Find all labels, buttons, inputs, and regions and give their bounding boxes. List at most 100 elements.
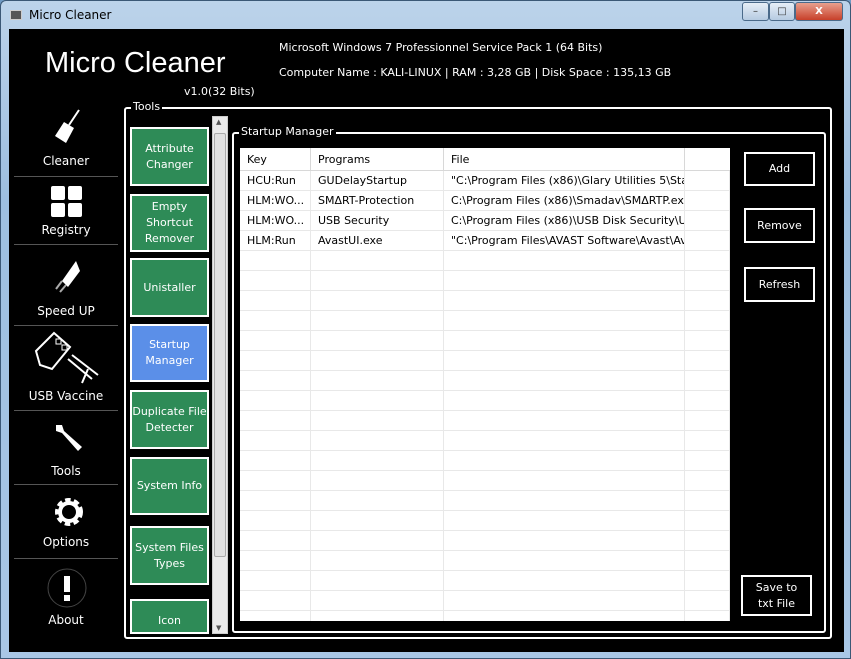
sidebar-item-registry[interactable]: Registry [14,179,118,245]
sidebar-item-speed-up[interactable]: Speed UP [14,247,118,325]
tool-system-info[interactable]: System Info [130,457,209,515]
column-programs[interactable]: Programs [311,148,444,171]
table-cell [240,471,311,491]
tool-duplicate-file-detecter[interactable]: Duplicate File Detecter [130,390,209,449]
table-cell [685,211,730,231]
tool-icon-extractor[interactable]: Icon Extractor [130,599,209,634]
table-cell [444,471,685,491]
os-info: Microsoft Windows 7 Professionnel Servic… [279,41,603,54]
table-cell [685,291,730,311]
table-row[interactable]: HCU:Run GUDelayStartup "C:\Program Files (… [240,171,730,191]
sidebar-item-about[interactable]: About [14,561,118,631]
startup-table[interactable]: Key Programs File HCU:Run GUDelayStartup "… [240,148,730,621]
table-cell [240,431,311,451]
table-cell [240,551,311,571]
empty-row [240,471,730,491]
empty-row [240,571,730,591]
table-row[interactable]: HLM:WO... USB Security C:\Program Files (x… [240,211,730,231]
save-to-txt-button[interactable]: Save to txt File [741,575,812,616]
empty-row [240,531,730,551]
tool-attribute-changer[interactable]: Attribute Changer [130,127,209,186]
empty-row [240,411,730,431]
refresh-button[interactable]: Refresh [744,267,815,302]
scroll-down-arrow-icon[interactable]: ▼ [216,624,221,632]
table-cell: HLM:WO... [240,211,311,231]
scroll-up-arrow-icon[interactable]: ▲ [216,118,221,126]
remove-button[interactable]: Remove [744,208,815,243]
table-cell [685,531,730,551]
app-version: v1.0(32 Bits) [184,85,255,98]
client-area: Micro Cleaner v1.0(32 Bits) Microsoft Wi… [9,29,844,652]
table-cell [685,331,730,351]
minimize-button[interactable]: – [742,2,769,21]
sidebar-item-usb-vaccine[interactable]: USB Vaccine [14,327,118,407]
empty-row [240,351,730,371]
table-cell [685,611,730,621]
close-button[interactable]: X [795,2,843,21]
table-cell [685,311,730,331]
tools-scrollbar[interactable]: ▲ ▼ [212,116,228,634]
tool-unistaller[interactable]: Unistaller [130,258,209,317]
empty-row [240,391,730,411]
table-cell [444,571,685,591]
column-file[interactable]: File [444,148,685,171]
table-cell [240,311,311,331]
maximize-button[interactable]: □ [769,2,795,21]
table-cell [444,611,685,621]
divider [14,325,118,326]
sidebar-item-label: Options [42,535,90,549]
app-brand: Micro Cleaner [45,47,226,79]
table-cell [685,391,730,411]
table-cell [240,611,311,621]
table-cell [444,551,685,571]
table-cell [240,591,311,611]
add-button[interactable]: Add [744,152,815,186]
table-cell [685,371,730,391]
sidebar-item-label: Cleaner [42,154,90,168]
tool-system-files-types[interactable]: System Files Types [130,526,209,585]
table-cell [685,271,730,291]
divider [14,244,118,245]
table-cell [311,251,444,271]
sidebar-item-label: Tools [51,464,81,478]
table-cell [311,411,444,431]
table-row[interactable]: HLM:WO... SMΔRT-Protection C:\Program File… [240,191,730,211]
table-cell: "C:\Program Files (x86)\Glary Utilities … [444,171,685,191]
table-cell: C:\Program Files (x86)\Smadav\SMΔRTP.exe… [444,191,685,211]
divider [14,558,118,559]
scrollbar-thumb[interactable] [214,133,226,557]
table-cell [311,291,444,311]
table-cell [444,271,685,291]
wrench-icon [56,425,82,451]
table-row[interactable]: HLM:Run AvastUI.exe "C:\Program Files\AVAS… [240,231,730,251]
table-cell [685,471,730,491]
table-cell [311,451,444,471]
empty-row [240,331,730,351]
tool-startup-manager[interactable]: Startup Manager [130,324,209,382]
table-cell [685,171,730,191]
table-cell: USB Security [311,211,444,231]
sidebar-item-options[interactable]: Options [14,487,118,557]
usb-syringe-icon [34,331,99,384]
table-cell [240,251,311,271]
tool-empty-shortcut-remover[interactable]: Empty Shortcut Remover [130,194,209,252]
table-cell [685,511,730,531]
table-cell [240,411,311,431]
column-key[interactable]: Key [240,148,311,171]
window-title: Micro Cleaner [29,8,112,22]
table-cell: HLM:Run [240,231,311,251]
table-cell [685,551,730,571]
sidebar-item-label: Registry [41,223,91,237]
sidebar-item-tools[interactable]: Tools [14,413,118,483]
table-cell [444,351,685,371]
window-frame: Micro Cleaner – □ X Micro Cleaner v1.0(3… [0,0,851,659]
gear-icon [55,498,83,526]
tools-group-label: Tools [131,100,163,113]
title-bar[interactable]: Micro Cleaner – □ X [1,1,851,29]
table-cell [240,271,311,291]
table-cell: "C:\Program Files\AVAST Software\Avast\A… [444,231,685,251]
table-cell [685,431,730,451]
table-cell [311,571,444,591]
table-cell [685,351,730,371]
sidebar-item-cleaner[interactable]: Cleaner [14,107,118,175]
